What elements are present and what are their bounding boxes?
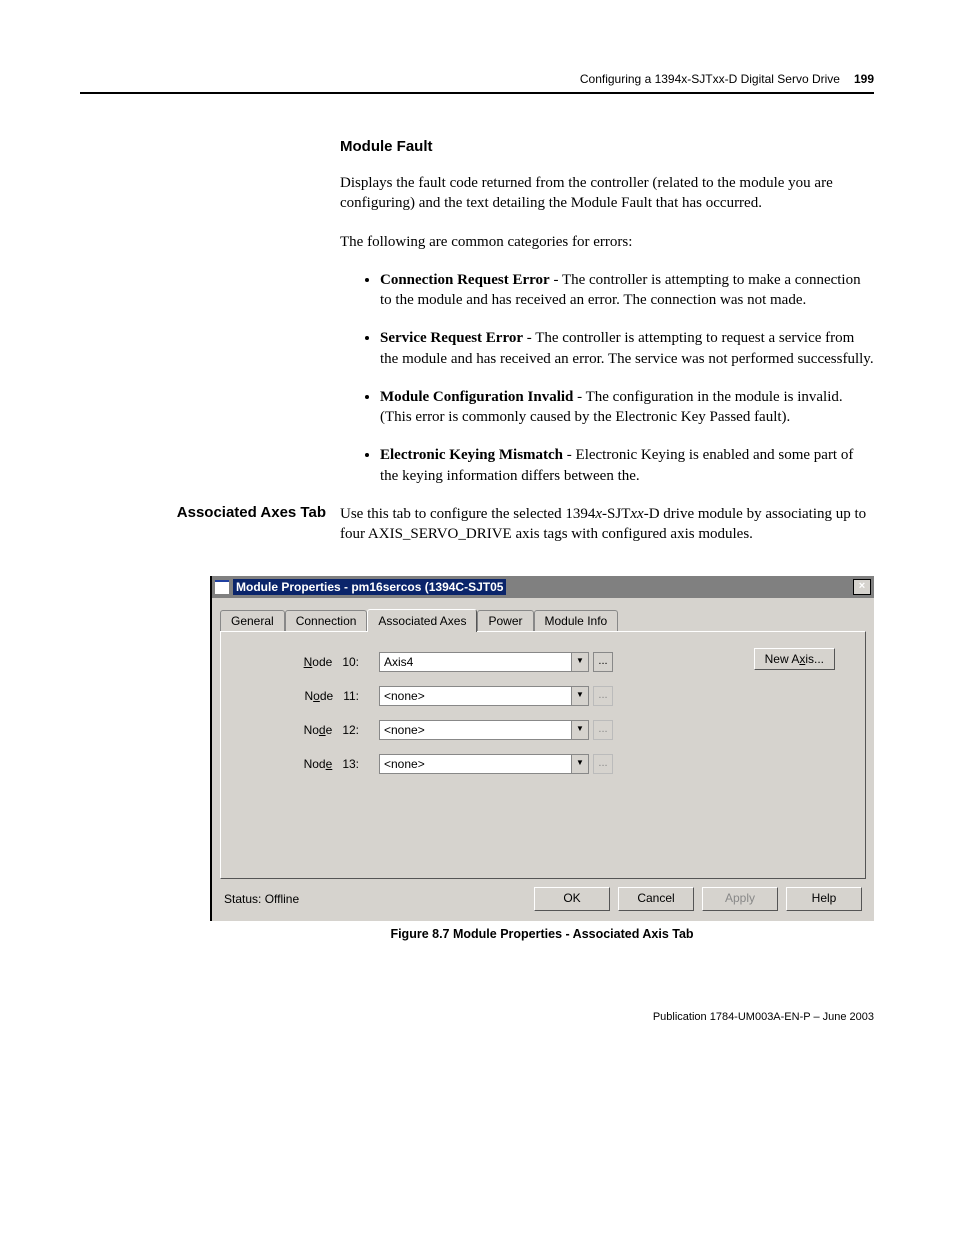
chevron-down-icon[interactable]: ▼	[571, 653, 588, 671]
ellipsis-button: ...	[593, 720, 613, 740]
header-title: Configuring a 1394x-SJTxx-D Digital Serv…	[580, 72, 840, 86]
page-header: Configuring a 1394x-SJTxx-D Digital Serv…	[80, 72, 874, 94]
list-item: Service Request Error - The controller i…	[380, 328, 874, 369]
apply-button: Apply	[702, 887, 778, 911]
section-title-module-fault: Module Fault	[340, 138, 874, 155]
status-text: Status: Offline	[224, 892, 299, 906]
ok-button[interactable]: OK	[534, 887, 610, 911]
dialog-bottom-bar: Status: Offline OK Cancel Apply Help	[212, 879, 874, 921]
tab-associated-axes[interactable]: Associated Axes	[367, 609, 477, 632]
window-icon	[215, 580, 229, 594]
module-properties-dialog: Module Properties - pm16sercos (1394C-SJ…	[210, 576, 874, 921]
paragraph: The following are common categories for …	[340, 232, 874, 252]
axis-row: Node 13: <none>▼ ...	[239, 754, 847, 774]
dialog-titlebar[interactable]: Module Properties - pm16sercos (1394C-SJ…	[212, 576, 874, 598]
axis-row: Node 12: <none>▼ ...	[239, 720, 847, 740]
list-item: Electronic Keying Mismatch - Electronic …	[380, 445, 874, 486]
error-list: Connection Request Error - The controlle…	[340, 270, 874, 486]
page-number: 199	[854, 72, 874, 86]
dialog-title: Module Properties - pm16sercos (1394C-SJ…	[233, 579, 506, 595]
tab-power[interactable]: Power	[477, 610, 533, 631]
tab-connection[interactable]: Connection	[285, 610, 368, 631]
ellipsis-button[interactable]: ...	[593, 652, 613, 672]
new-axis-button[interactable]: New Axis...	[754, 648, 835, 670]
close-icon[interactable]: ×	[853, 579, 871, 595]
tab-strip: General Connection Associated Axes Power…	[220, 608, 866, 631]
figure-caption: Figure 8.7 Module Properties - Associate…	[210, 927, 874, 941]
chevron-down-icon[interactable]: ▼	[571, 687, 588, 705]
tab-module-info[interactable]: Module Info	[534, 610, 619, 631]
axis-dropdown[interactable]: <none>▼	[379, 720, 589, 740]
node-label: Node 13:	[239, 757, 379, 771]
help-button[interactable]: Help	[786, 887, 862, 911]
ellipsis-button: ...	[593, 686, 613, 706]
axis-dropdown[interactable]: <none>▼	[379, 686, 589, 706]
list-item: Connection Request Error - The controlle…	[380, 270, 874, 311]
axis-dropdown[interactable]: Axis4▼	[379, 652, 589, 672]
tab-panel-associated-axes: New Axis... Node 10: Axis4▼ ... Node 11:…	[220, 631, 866, 879]
page-footer: Publication 1784-UM003A-EN-P – June 2003	[80, 1011, 874, 1023]
node-label: Node 12:	[239, 723, 379, 737]
ellipsis-button: ...	[593, 754, 613, 774]
axis-row: Node 11: <none>▼ ...	[239, 686, 847, 706]
axis-dropdown[interactable]: <none>▼	[379, 754, 589, 774]
side-heading-associated-axes: Associated Axes Tab	[177, 504, 326, 521]
list-item: Module Configuration Invalid - The confi…	[380, 387, 874, 428]
chevron-down-icon[interactable]: ▼	[571, 721, 588, 739]
chevron-down-icon[interactable]: ▼	[571, 755, 588, 773]
paragraph: Use this tab to configure the selected 1…	[340, 504, 874, 545]
node-label: Node 11:	[239, 689, 379, 703]
tab-general[interactable]: General	[220, 610, 285, 631]
cancel-button[interactable]: Cancel	[618, 887, 694, 911]
paragraph: Displays the fault code returned from th…	[340, 173, 874, 214]
node-label: Node 10:	[239, 655, 379, 669]
